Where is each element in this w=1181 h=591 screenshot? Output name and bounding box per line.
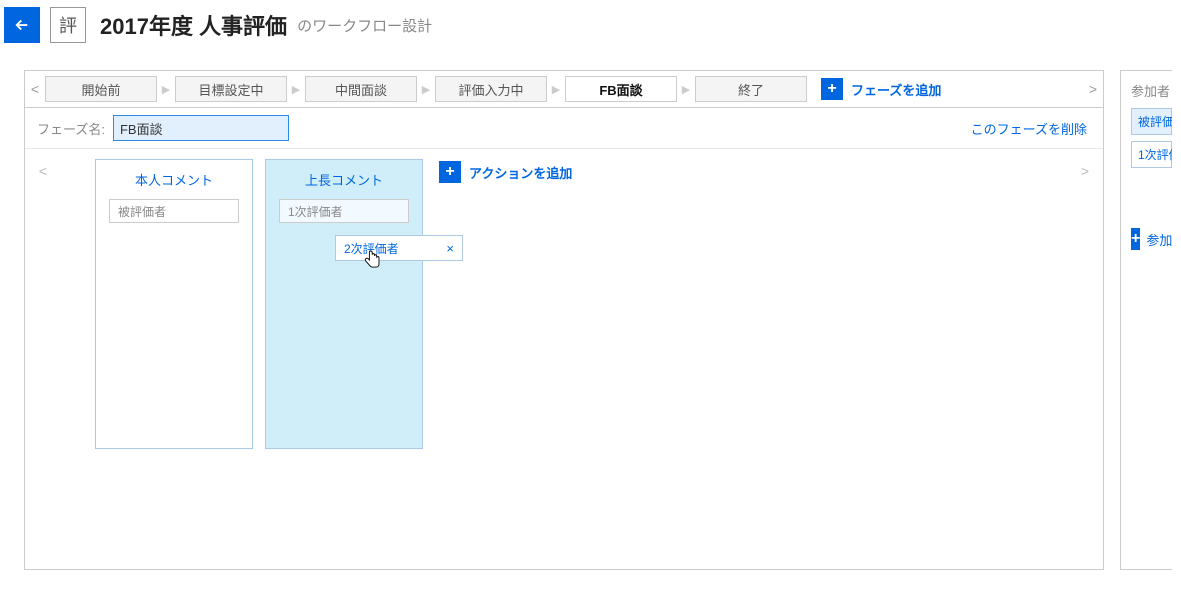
phase-name-input[interactable] [113, 115, 289, 141]
app-icon: 評 [50, 7, 86, 43]
phase-tab-goal[interactable]: 目標設定中 [175, 76, 287, 102]
phase-connector-icon: ▶ [287, 83, 305, 96]
add-action-button[interactable]: + アクションを追加 [439, 161, 572, 183]
phase-tabs-row: < 開始前 ▶ 目標設定中 ▶ 中間面談 ▶ 評価入力中 ▶ FB面談 ▶ 終了… [25, 71, 1103, 107]
phase-connector-icon: ▶ [677, 83, 695, 96]
role-box[interactable]: 1次評価者 [279, 199, 409, 223]
editor-panel: < 開始前 ▶ 目標設定中 ▶ 中間面談 ▶ 評価入力中 ▶ FB面談 ▶ 終了… [24, 70, 1104, 570]
actions-row: < 本人コメント 被評価者 上長コメント 1次評価者 + アクションを追加 2次… [25, 149, 1103, 569]
plus-icon: + [1131, 228, 1140, 250]
action-card-title: 本人コメント [104, 170, 244, 189]
plus-icon: + [439, 161, 461, 183]
action-scroll-right[interactable]: > [1067, 159, 1103, 551]
drag-chip-evaluator2[interactable]: 2次評価者 × [335, 235, 463, 261]
phase-tab-end[interactable]: 終了 [695, 76, 807, 102]
phase-connector-icon: ▶ [547, 83, 565, 96]
phase-connector-icon: ▶ [157, 83, 175, 96]
action-scroll-left[interactable]: < [25, 159, 61, 551]
role-box[interactable]: 被評価者 [109, 199, 239, 223]
action-card-title: 上長コメント [274, 170, 414, 189]
participant-chip-evaluatee[interactable]: 被評価者 [1131, 108, 1172, 135]
phase-name-bar: フェーズ名: このフェーズを削除 [25, 107, 1103, 149]
phase-tab-fb[interactable]: FB面談 [565, 76, 677, 102]
participants-panel: 参加者 被評価者 1次評価 + 参加 [1120, 70, 1172, 570]
participant-chip-evaluator1[interactable]: 1次評価 [1131, 141, 1172, 168]
page-title: 2017年度 人事評価 [100, 9, 287, 41]
back-button[interactable] [4, 7, 40, 43]
participants-title: 参加者 [1131, 81, 1172, 100]
app-header: 評 2017年度 人事評価 のワークフロー設計 [0, 0, 1181, 50]
phase-name-label: フェーズ名: [37, 119, 105, 138]
page-subtitle: のワークフロー設計 [297, 15, 432, 36]
drag-chip-label: 2次評価者 [344, 240, 399, 257]
phase-tab-eval[interactable]: 評価入力中 [435, 76, 547, 102]
plus-icon: + [821, 78, 843, 100]
add-phase-button[interactable]: + フェーズを追加 [821, 78, 941, 100]
add-phase-label: フェーズを追加 [851, 80, 941, 99]
phase-scroll-left[interactable]: < [25, 81, 45, 97]
add-action-label: アクションを追加 [469, 163, 572, 182]
delete-phase-link[interactable]: このフェーズを削除 [971, 119, 1087, 138]
action-card-manager[interactable]: 上長コメント 1次評価者 [265, 159, 423, 449]
close-icon[interactable]: × [446, 241, 454, 256]
action-card-self[interactable]: 本人コメント 被評価者 [95, 159, 253, 449]
phase-tab-midreview[interactable]: 中間面談 [305, 76, 417, 102]
phase-scroll-right[interactable]: > [1083, 81, 1103, 97]
main: < 開始前 ▶ 目標設定中 ▶ 中間面談 ▶ 評価入力中 ▶ FB面談 ▶ 終了… [0, 70, 1181, 570]
phase-tab-start[interactable]: 開始前 [45, 76, 157, 102]
add-participant-button[interactable]: + 参加 [1131, 228, 1172, 250]
phase-connector-icon: ▶ [417, 83, 435, 96]
add-participant-label: 参加 [1146, 230, 1172, 249]
